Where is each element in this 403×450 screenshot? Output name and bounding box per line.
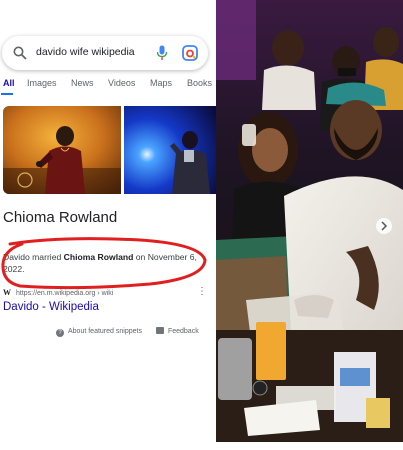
- feedback-icon: [155, 327, 164, 334]
- source-url[interactable]: https://en.m.wikipedia.org › wiki: [16, 290, 113, 297]
- tab-images[interactable]: Images: [27, 78, 57, 88]
- more-options-icon[interactable]: ⋮: [197, 286, 207, 297]
- tab-maps[interactable]: Maps: [150, 78, 172, 88]
- snippet-mid: on: [133, 252, 148, 262]
- snippet-prefix: Davido married: [3, 252, 64, 262]
- microphone-icon[interactable]: [156, 45, 168, 61]
- couple-photo: [216, 0, 403, 442]
- active-tab-indicator: [1, 93, 13, 95]
- feedback-link[interactable]: Feedback: [168, 328, 199, 335]
- search-tabs: All Images News Videos Maps Books: [3, 78, 216, 94]
- result-image-performer-red[interactable]: [3, 106, 121, 194]
- tab-all[interactable]: All: [3, 78, 15, 88]
- tab-news[interactable]: News: [71, 78, 94, 88]
- featured-snippet-text: Davido married Chioma Rowland on Novembe…: [3, 251, 199, 275]
- result-image-performer-blue[interactable]: [124, 106, 216, 194]
- search-input[interactable]: davido wife wikipedia: [36, 46, 135, 58]
- about-featured-snippets-link[interactable]: About featured snippets: [68, 328, 142, 335]
- google-search-panel: davido wife wikipedia All Images News Vi…: [0, 0, 216, 450]
- wikipedia-icon: W: [3, 288, 11, 297]
- snippet-bold-name: Chioma Rowland: [63, 252, 134, 262]
- tab-books[interactable]: Books: [187, 78, 212, 88]
- search-bar[interactable]: davido wife wikipedia: [2, 36, 208, 70]
- carousel-next-icon[interactable]: [376, 218, 392, 234]
- tab-videos[interactable]: Videos: [108, 78, 135, 88]
- result-source[interactable]: Whttps://en.m.wikipedia.org › wiki ⋮: [3, 286, 211, 297]
- search-icon: [13, 46, 27, 60]
- google-lens-icon[interactable]: [182, 45, 198, 61]
- question-icon: ?: [56, 329, 64, 337]
- result-title-link[interactable]: Davido - Wikipedia: [3, 301, 99, 313]
- snippet-footer: ? About featured snippets Feedback: [56, 327, 199, 337]
- knowledge-panel-title: Chioma Rowland: [3, 209, 118, 226]
- bottom-margin: [0, 442, 403, 450]
